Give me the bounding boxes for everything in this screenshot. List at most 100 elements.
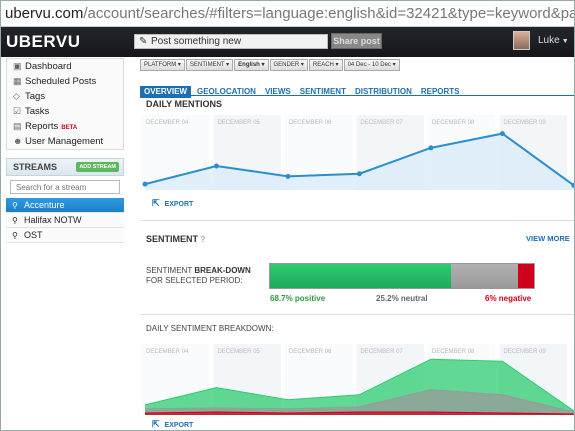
- pencil-icon: ✎: [139, 36, 148, 47]
- sidebar-item-tags[interactable]: ◇ Tags: [7, 89, 123, 104]
- search-icon: ⚲: [12, 216, 18, 225]
- x-tick-label: DECEMBER 04: [146, 349, 189, 355]
- main-content: PLATFORM ▾ SENTIMENT ▾ English ▾ GENDER ▾ RE…: [140, 58, 574, 430]
- post-placeholder: Post something new: [151, 36, 242, 47]
- sidebar-item-label: Dashboard: [25, 61, 72, 72]
- filter-dropdown[interactable]: GENDER ▾: [269, 59, 308, 71]
- sidebar-item-scheduled-posts[interactable]: ▦ Scheduled Posts: [7, 74, 123, 89]
- tab-reports[interactable]: REPORTS: [421, 86, 460, 98]
- url-path: /account/searches/#filters=language:engl…: [83, 5, 574, 22]
- stream-label: Halifax NOTW: [24, 215, 82, 225]
- export-button[interactable]: ⇱ EXPORT: [152, 198, 193, 209]
- mentions-point: [356, 171, 362, 177]
- sentiment-bar-negative: [517, 264, 534, 288]
- filter-dropdown[interactable]: PLATFORM ▾: [140, 59, 185, 71]
- share-post-button[interactable]: Share post: [331, 33, 382, 49]
- streams-header: STREAMS ADD STREAM: [6, 158, 124, 176]
- x-tick-label: DECEMBER 07: [360, 120, 403, 126]
- calendar-icon: ▦: [13, 76, 22, 86]
- filter-dropdown[interactable]: SENTIMENT ▾: [185, 59, 234, 71]
- x-tick-label: DECEMBER 08: [432, 349, 475, 355]
- sidebar-item-tasks[interactable]: ☑ Tasks: [7, 104, 123, 119]
- sidebar-item-label: Reports: [25, 121, 59, 132]
- stream-item[interactable]: ⚲ Accenture: [6, 198, 124, 213]
- sidebar-nav: ▣ Dashboard ▦ Scheduled Posts ◇ Tags ☑ Tasks ▤ Re…: [6, 58, 124, 150]
- add-stream-button[interactable]: ADD STREAM: [76, 162, 119, 172]
- x-tick-label: DECEMBER 06: [289, 349, 332, 355]
- mentions-point: [142, 181, 148, 187]
- x-tick-label: DECEMBER 09: [503, 349, 546, 355]
- users-icon: ☻: [13, 136, 23, 146]
- streams-title: STREAMS: [13, 162, 58, 172]
- export-button[interactable]: ⇱ EXPORT: [152, 419, 193, 430]
- user-name: Luke: [538, 35, 560, 46]
- sidebar: ▣ Dashboard ▦ Scheduled Posts ◇ Tags ☑ Tasks ▤ Re…: [6, 58, 124, 430]
- stream-item[interactable]: ⚲ Halifax NOTW: [6, 213, 124, 228]
- negative-percentage: 6% negative: [485, 294, 532, 303]
- stream-label: Accenture: [24, 200, 65, 210]
- mentions-point: [428, 145, 434, 151]
- x-tick-label: DECEMBER 08: [432, 120, 475, 126]
- tag-icon: ◇: [13, 91, 20, 101]
- user-menu[interactable]: Luke ▼: [538, 35, 569, 46]
- export-icon: ⇱: [152, 198, 160, 208]
- sidebar-item-dashboard[interactable]: ▣ Dashboard: [7, 59, 123, 74]
- daily-mentions-chart: DECEMBER 04 DECEMBER 05 DECEMBER 06 DECEMBE…: [142, 115, 574, 190]
- filter-bar: PLATFORM ▾ SENTIMENT ▾ English ▾ GENDER ▾ RE…: [140, 59, 401, 71]
- sidebar-item-label: User Management: [25, 136, 104, 147]
- sidebar-item-label: Tags: [25, 91, 46, 102]
- daily-mentions-title: DAILY MENTIONS: [146, 99, 223, 109]
- x-tick-label: DECEMBER 09: [503, 120, 546, 126]
- help-icon[interactable]: ?: [201, 235, 206, 244]
- stream-list: ⚲ Accenture ⚲ Halifax NOTW ⚲ OST: [6, 198, 124, 243]
- sidebar-item-user-management[interactable]: ☻ User Management: [7, 134, 123, 149]
- tab-distribution[interactable]: DISTRIBUTION: [355, 86, 412, 98]
- address-bar[interactable]: ubervu.com/account/searches/#filters=lan…: [1, 1, 574, 27]
- post-input[interactable]: ✎ Post something new: [134, 34, 328, 49]
- tab-overview[interactable]: OVERVIEW: [140, 86, 191, 98]
- x-tick-label: DECEMBER 05: [217, 120, 260, 126]
- positive-percentage: 68.7% positive: [270, 294, 326, 303]
- sentiment-bar: [269, 263, 535, 289]
- chevron-down-icon: ▼: [561, 38, 569, 45]
- stream-label: OST: [24, 230, 43, 240]
- filter-dropdown[interactable]: English ▾: [234, 59, 269, 71]
- search-icon: ⚲: [12, 201, 18, 210]
- tab-sentiment[interactable]: SENTIMENT: [300, 86, 346, 98]
- x-tick-label: DECEMBER 07: [360, 349, 403, 355]
- sidebar-item-reports[interactable]: ▤ Reports BETA: [7, 119, 123, 134]
- mentions-point: [285, 173, 291, 179]
- sentiment-title: SENTIMENT ?: [146, 234, 206, 244]
- search-icon: ⚲: [12, 231, 18, 240]
- beta-badge: BETA: [61, 125, 78, 131]
- tab-geolocation[interactable]: GEOLOCATION: [197, 86, 256, 98]
- stream-search-input[interactable]: [10, 180, 120, 194]
- x-tick-label: DECEMBER 05: [217, 349, 260, 355]
- logo[interactable]: UBERVU: [6, 32, 80, 52]
- section-divider: [140, 220, 574, 221]
- sentiment-bar-neutral: [451, 264, 518, 288]
- filter-dropdown[interactable]: 04 Dec - 10 Dec ▾: [343, 59, 400, 71]
- tab-bar: OVERVIEW GEOLOCATION VIEWS SENTIMENT DISTRIB…: [140, 81, 469, 98]
- view-more-link[interactable]: VIEW MORE: [526, 234, 570, 243]
- window: ubervu.com/account/searches/#filters=lan…: [0, 0, 575, 431]
- tasks-icon: ☑: [13, 106, 22, 116]
- filter-dropdown[interactable]: REACH ▾: [308, 59, 343, 71]
- sidebar-item-label: Scheduled Posts: [25, 76, 97, 87]
- sentiment-bar-positive: [270, 264, 452, 288]
- tab-underline: [140, 95, 574, 96]
- url-host: ubervu.com: [5, 5, 84, 22]
- avatar[interactable]: [513, 31, 530, 50]
- x-tick-label: DECEMBER 06: [289, 120, 332, 126]
- neutral-percentage: 25.2% neutral: [376, 294, 428, 303]
- sidebar-item-label: Tasks: [25, 106, 50, 117]
- x-tick-label: DECEMBER 04: [146, 120, 189, 126]
- daily-sentiment-title: DAILY SENTIMENT BREAKDOWN:: [146, 324, 274, 333]
- day-column: [570, 115, 574, 190]
- tab-views[interactable]: VIEWS: [265, 86, 291, 98]
- daily-sentiment-chart: DECEMBER 04 DECEMBER 05 DECEMBER 06 DECEMBE…: [142, 344, 574, 415]
- export-label: EXPORT: [164, 201, 194, 208]
- section-divider: [140, 314, 574, 315]
- export-label: EXPORT: [164, 422, 194, 429]
- stream-item[interactable]: ⚲ OST: [6, 228, 124, 243]
